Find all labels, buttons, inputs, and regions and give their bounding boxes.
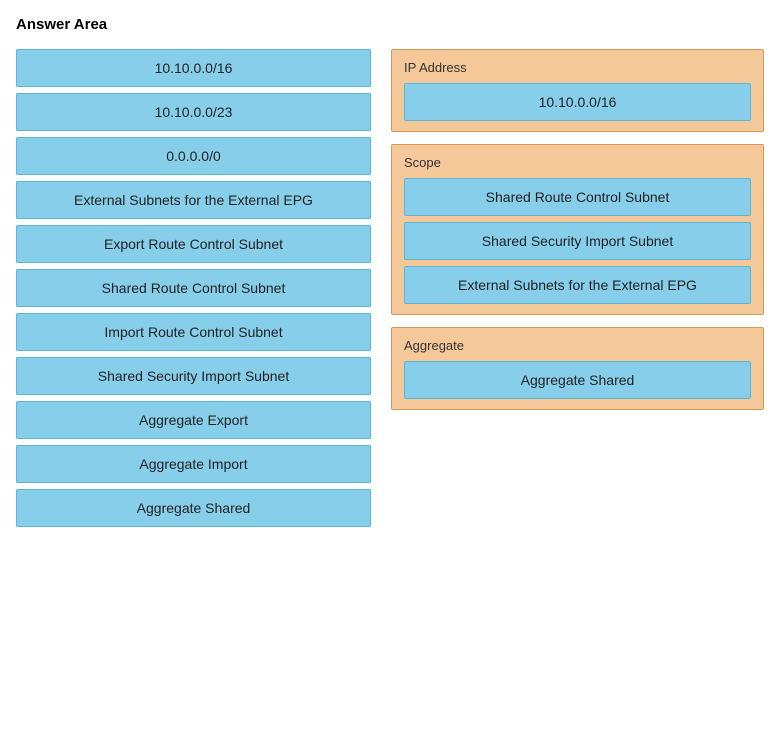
left-column: 10.10.0.0/16 10.10.0.0/23 0.0.0.0/0 Externa… (16, 49, 371, 527)
scope-content: Shared Route Control Subnet Shared Securi… (404, 178, 751, 304)
left-item-item-7[interactable]: Import Route Control Subnet (16, 313, 371, 351)
main-layout: 10.10.0.0/16 10.10.0.0/23 0.0.0.0/0 Externa… (16, 49, 764, 527)
scope-label: Scope (404, 155, 751, 170)
right-item-scope-3[interactable]: External Subnets for the External EPG (404, 266, 751, 304)
right-item-agg-1[interactable]: Aggregate Shared (404, 361, 751, 399)
left-item-item-1[interactable]: 10.10.0.0/16 (16, 49, 371, 87)
right-item-ip-1[interactable]: 10.10.0.0/16 (404, 83, 751, 121)
ip-address-box: IP Address 10.10.0.0/16 (391, 49, 764, 132)
aggregate-box: Aggregate Aggregate Shared (391, 327, 764, 410)
right-item-scope-1[interactable]: Shared Route Control Subnet (404, 178, 751, 216)
left-item-item-9[interactable]: Aggregate Export (16, 401, 371, 439)
aggregate-content: Aggregate Shared (404, 361, 751, 399)
page-title: Answer Area (16, 16, 764, 33)
right-column: IP Address 10.10.0.0/16 Scope Shared Rou… (391, 49, 764, 410)
left-item-item-3[interactable]: 0.0.0.0/0 (16, 137, 371, 175)
ip-address-label: IP Address (404, 60, 751, 75)
ip-address-content: 10.10.0.0/16 (404, 83, 751, 121)
left-item-item-8[interactable]: Shared Security Import Subnet (16, 357, 371, 395)
left-item-item-10[interactable]: Aggregate Import (16, 445, 371, 483)
right-item-scope-2[interactable]: Shared Security Import Subnet (404, 222, 751, 260)
scope-box: Scope Shared Route Control SubnetShared … (391, 144, 764, 315)
left-item-item-11[interactable]: Aggregate Shared (16, 489, 371, 527)
left-item-item-6[interactable]: Shared Route Control Subnet (16, 269, 371, 307)
left-item-item-2[interactable]: 10.10.0.0/23 (16, 93, 371, 131)
aggregate-label: Aggregate (404, 338, 751, 353)
left-item-item-5[interactable]: Export Route Control Subnet (16, 225, 371, 263)
left-item-item-4[interactable]: External Subnets for the External EPG (16, 181, 371, 219)
